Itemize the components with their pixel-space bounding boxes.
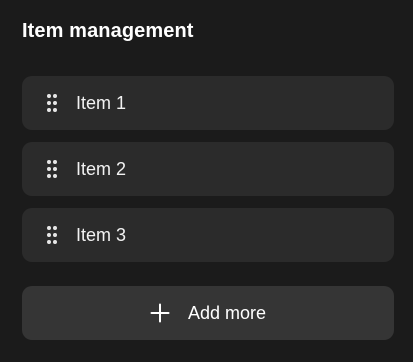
drag-handle-icon[interactable] xyxy=(46,93,58,113)
list-item-label: Item 2 xyxy=(76,159,127,179)
list-item-label: Item 3 xyxy=(76,225,127,245)
item-list: Item 1 Item 2 Item 3 xyxy=(22,76,394,274)
list-item[interactable]: Item 2 xyxy=(22,142,394,196)
drag-handle-icon[interactable] xyxy=(46,159,58,179)
plus-icon xyxy=(150,303,170,323)
page-title: Item management xyxy=(22,20,194,42)
list-item-label: Item 1 xyxy=(76,93,127,113)
list-item[interactable]: Item 3 xyxy=(22,208,394,262)
item-management-panel: Item management Item 1 Item 2 Item 3 Add… xyxy=(0,0,413,362)
list-item[interactable]: Item 1 xyxy=(22,76,394,130)
add-more-button[interactable]: Add more xyxy=(22,286,394,340)
drag-handle-icon[interactable] xyxy=(46,225,58,245)
add-more-label: Add more xyxy=(187,302,267,323)
